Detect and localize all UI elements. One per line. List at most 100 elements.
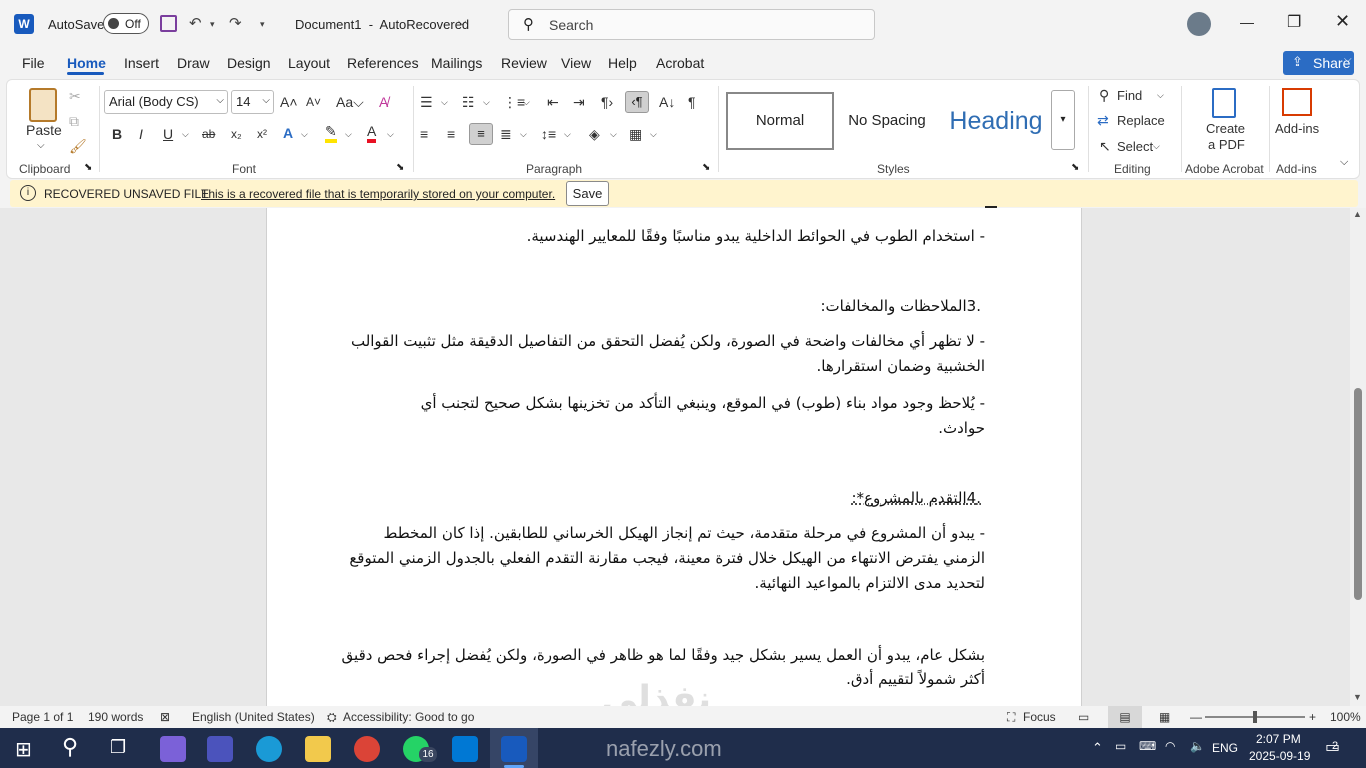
superscript-icon[interactable]: x² (257, 124, 267, 144)
change-case-icon[interactable]: Aa⌵ (336, 92, 364, 112)
replace-icon[interactable]: ⇄ (1097, 110, 1109, 130)
find-label[interactable]: Find (1117, 86, 1142, 106)
decrease-indent-icon[interactable]: ⇤ (547, 92, 559, 112)
paste-icon[interactable] (29, 88, 57, 122)
style-no-spacing[interactable]: No Spacing (839, 92, 935, 150)
page-count[interactable]: Page 1 of 1 (12, 710, 73, 724)
font-size-select[interactable]: 14 ⌵ (231, 90, 274, 114)
recovered-message[interactable]: This is a recovered file that is tempora… (201, 187, 555, 201)
create-pdf-icon[interactable] (1212, 88, 1236, 118)
file-explorer-icon[interactable] (305, 736, 331, 762)
justify-icon[interactable]: ≣ (500, 124, 512, 144)
scroll-down-icon[interactable]: ▼ (1353, 692, 1362, 702)
copilot-icon[interactable] (160, 736, 186, 762)
tab-view[interactable]: View (561, 55, 591, 71)
styles-launcher-icon[interactable]: ⬊ (1071, 162, 1079, 173)
tab-home[interactable]: Home (67, 55, 106, 71)
font-color-dropdown-icon[interactable]: ⌵ (387, 124, 394, 144)
align-right-button[interactable]: ≡ (469, 123, 493, 145)
show-formatting-icon[interactable]: ¶ (688, 92, 696, 112)
numbering-dropdown-icon[interactable]: ⌵ (483, 92, 490, 112)
line-spacing-icon[interactable]: ↕≡ (541, 124, 556, 144)
align-left-icon[interactable]: ≡ (420, 124, 428, 144)
meet-now-icon[interactable]: ▭ (1115, 739, 1126, 753)
borders-dropdown-icon[interactable]: ⌵ (650, 124, 657, 144)
cut-icon[interactable]: ✂ (69, 86, 81, 106)
chrome-icon[interactable] (354, 736, 380, 762)
highlight-icon[interactable]: ✎ (325, 123, 337, 143)
word-count[interactable]: 190 words (88, 710, 143, 724)
align-center-icon[interactable]: ≡ (447, 124, 455, 144)
task-view-icon[interactable]: ❐ (110, 737, 126, 758)
paste-dropdown-icon[interactable]: ⌵ (37, 136, 45, 156)
font-launcher-icon[interactable]: ⬊ (396, 162, 404, 173)
zoom-in-icon[interactable]: + (1309, 710, 1316, 724)
title-dropdown-icon[interactable]: ⌵ (458, 16, 466, 29)
tab-help[interactable]: Help (608, 55, 637, 71)
clock-date[interactable]: 2025-09-19 (1249, 749, 1310, 763)
shading-icon[interactable]: ◈ (589, 124, 600, 144)
close-icon[interactable]: ✕ (1335, 11, 1350, 32)
share-button[interactable]: ⇪ Share ⌵ (1283, 51, 1354, 75)
copy-icon[interactable]: ⧉ (69, 111, 79, 131)
edge-icon[interactable] (256, 736, 282, 762)
document-title[interactable]: Document1 - AutoRecovered (295, 17, 469, 32)
line-spacing-dropdown-icon[interactable]: ⌵ (564, 124, 571, 144)
font-color-icon[interactable]: A (367, 123, 377, 143)
subscript-icon[interactable]: x₂ (231, 124, 242, 144)
search-box[interactable]: ⚲ Search (508, 9, 875, 40)
underline-icon[interactable]: U (163, 124, 173, 144)
increase-indent-icon[interactable]: ⇥ (573, 92, 585, 112)
bullets-icon[interactable]: ☰ (420, 92, 433, 112)
customize-qat-icon[interactable]: ▾ (260, 12, 265, 36)
search-icon[interactable]: ⚲ (62, 734, 78, 760)
scroll-up-icon[interactable]: ▲ (1353, 209, 1362, 219)
add-ins-label[interactable]: Add-ins (1275, 119, 1319, 139)
word-icon[interactable] (501, 736, 527, 762)
tab-design[interactable]: Design (227, 55, 271, 71)
italic-icon[interactable]: I (139, 124, 143, 144)
create-pdf-label-2[interactable]: a PDF (1208, 135, 1245, 155)
chevron-up-icon[interactable]: ⌃ (1092, 740, 1103, 756)
vscode-icon[interactable] (452, 736, 478, 762)
paragraph-launcher-icon[interactable]: ⬊ (702, 162, 710, 173)
accessibility-status[interactable]: Accessibility: Good to go (343, 710, 474, 724)
save-icon[interactable] (160, 15, 177, 32)
ltr-icon[interactable]: ¶› (601, 92, 613, 112)
recovered-save-button[interactable]: Save (566, 181, 609, 206)
teams-icon[interactable] (207, 736, 233, 762)
select-icon[interactable]: ↖ (1099, 136, 1111, 156)
grow-font-icon[interactable]: A˄ (280, 92, 298, 112)
justify-dropdown-icon[interactable]: ⌵ (520, 124, 527, 144)
replace-label[interactable]: Replace (1117, 111, 1165, 131)
sort-icon[interactable]: A↓ (659, 92, 675, 112)
font-name-select[interactable]: Arial (Body CS) ⌵ (104, 90, 228, 114)
language-indicator[interactable]: ENG (1212, 741, 1238, 755)
focus-label[interactable]: Focus (1023, 710, 1056, 724)
shrink-font-icon[interactable]: A˅ (306, 92, 321, 112)
style-normal[interactable]: Normal (726, 92, 834, 150)
multilevel-dropdown-icon[interactable]: ⌵ (523, 92, 530, 112)
numbering-icon[interactable]: ☷ (462, 92, 475, 112)
borders-icon[interactable]: ▦ (629, 124, 642, 144)
multilevel-list-icon[interactable]: ⋮≡ (503, 92, 525, 112)
undo-icon[interactable]: ↶ (189, 12, 202, 36)
find-dropdown-icon[interactable]: ⌵ (1157, 85, 1164, 105)
tab-acrobat[interactable]: Acrobat (656, 55, 704, 71)
highlight-dropdown-icon[interactable]: ⌵ (345, 124, 352, 144)
print-layout-button[interactable]: ▤ (1108, 706, 1142, 728)
redo-icon[interactable]: ↷ (229, 12, 242, 36)
add-ins-icon[interactable] (1282, 88, 1312, 116)
document-page[interactable]: - استخدام الطوب في الحوائط الداخلية يبدو… (266, 206, 1082, 719)
select-dropdown-icon[interactable]: ⌵ (1153, 136, 1160, 156)
read-mode-icon[interactable]: ▭ (1078, 710, 1089, 724)
tab-layout[interactable]: Layout (288, 55, 330, 71)
zoom-thumb[interactable] (1253, 711, 1257, 723)
styles-gallery-more[interactable]: ▾ (1051, 90, 1075, 150)
zoom-slider[interactable] (1205, 711, 1305, 723)
tab-draw[interactable]: Draw (177, 55, 210, 71)
underline-dropdown-icon[interactable]: ⌵ (182, 124, 189, 144)
tab-review[interactable]: Review (501, 55, 547, 71)
shading-dropdown-icon[interactable]: ⌵ (610, 124, 617, 144)
avatar[interactable] (1187, 12, 1211, 36)
